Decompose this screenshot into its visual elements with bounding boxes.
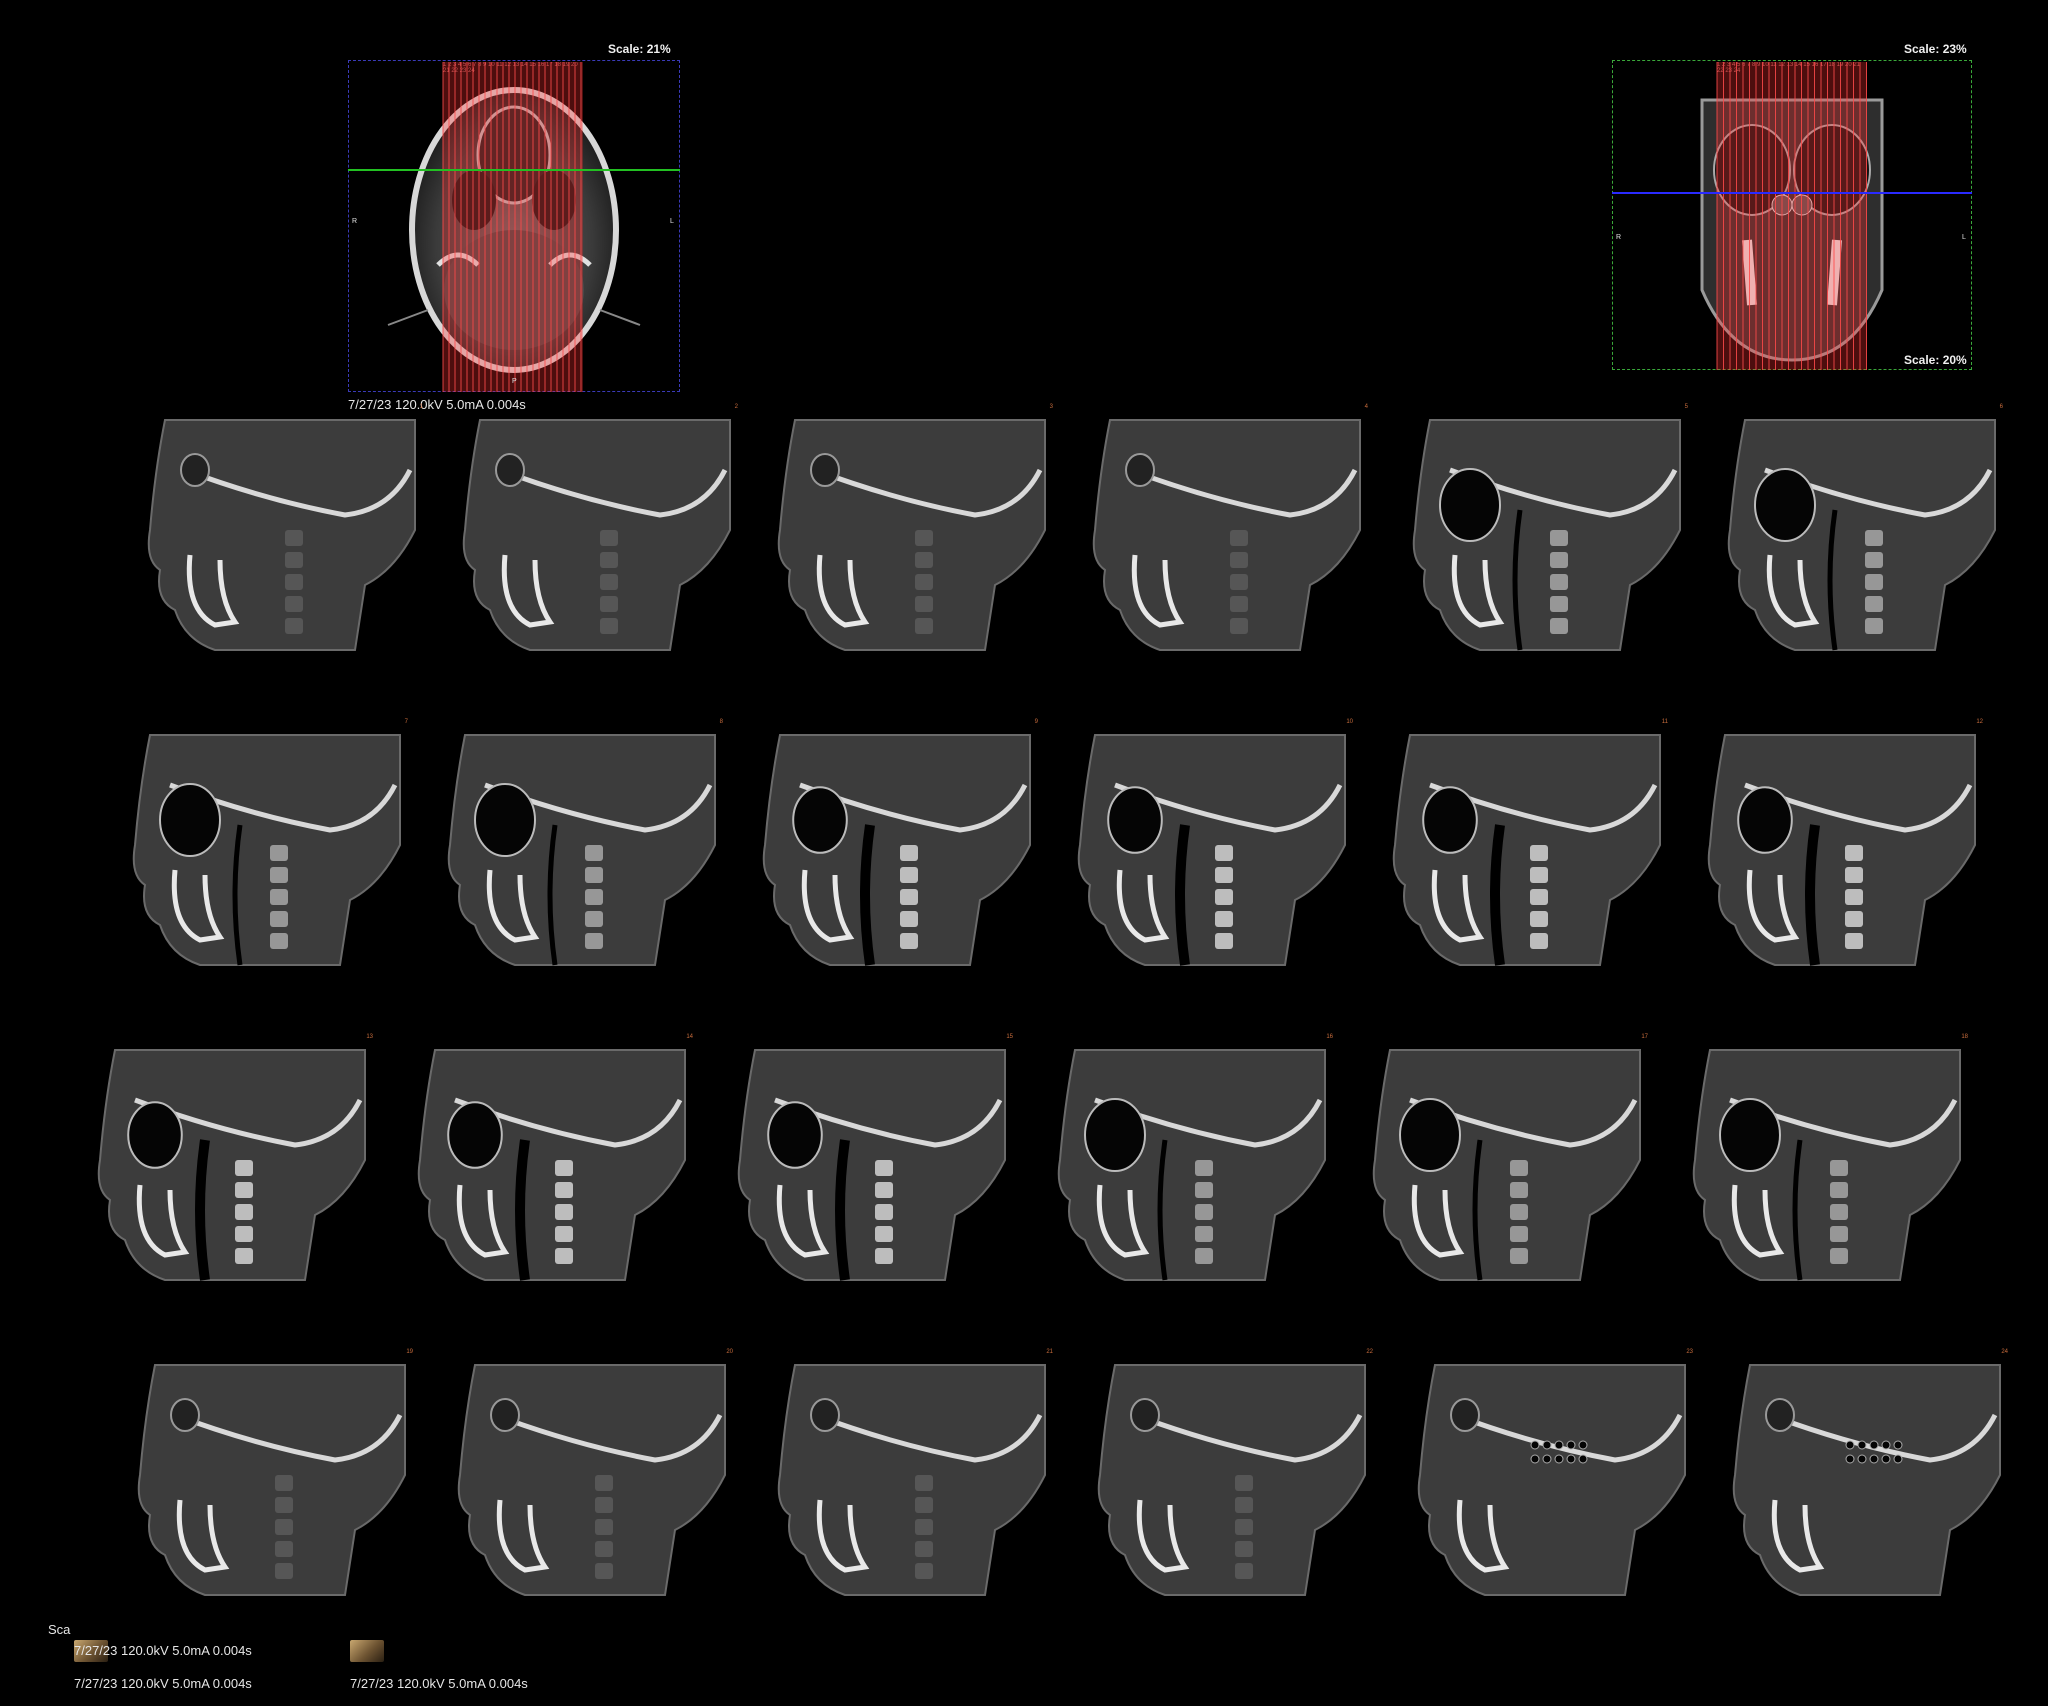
sagittal-slice-image (132, 734, 401, 966)
sagittal-slice-image (1692, 1049, 1961, 1281)
sagittal-slice-image (1707, 734, 1976, 966)
coronal-scale-bottom-label: Scale: 20% (1904, 353, 1967, 367)
orientation-posterior-label: P (512, 378, 517, 385)
slice-number-label: 6 (1999, 404, 2003, 410)
slice-tile-3[interactable]: 3 (755, 404, 1055, 660)
slice-number-label: 20 (726, 1349, 733, 1355)
sagittal-slice-image (137, 1364, 406, 1596)
slice-tile-18[interactable]: 18 (1670, 1034, 1970, 1290)
coronal-scout-panel[interactable]: 1 2 3 4 5 6 7 8 9 10 11 12 13 14 15 16 1… (1612, 60, 1972, 370)
slice-tile-1[interactable]: 1 (125, 404, 425, 660)
slice-tile-22[interactable]: 22 (1075, 1349, 1375, 1605)
footer-item-label[interactable]: 7/27/23 120.0kV 5.0mA 0.004s (350, 1676, 528, 1691)
slice-tile-15[interactable]: 15 (715, 1034, 1015, 1290)
sagittal-slice-image (1097, 1364, 1366, 1596)
scan-thumbnail-icon[interactable] (350, 1640, 384, 1662)
slice-tile-10[interactable]: 10 (1055, 719, 1355, 975)
sagittal-slice-image (457, 1364, 726, 1596)
slice-tile-13[interactable]: 13 (75, 1034, 375, 1290)
footer-item-label[interactable]: 7/27/23 120.0kV 5.0mA 0.004s (74, 1643, 252, 1658)
coronal-orientation-right-label: R (1616, 234, 1622, 241)
footer-partial-label: Sca (48, 1622, 71, 1637)
slice-number-label: 1 (419, 404, 423, 410)
slice-number-label: 5 (1684, 404, 1688, 410)
sagittal-slice-image (777, 1364, 1046, 1596)
slice-number-label: 16 (1326, 1034, 1333, 1040)
coronal-orientation-left-label: L (1962, 234, 1966, 241)
sagittal-slice-image (97, 1049, 366, 1281)
footer-item-label[interactable]: 7/27/23 120.0kV 5.0mA 0.004s (74, 1676, 252, 1691)
sagittal-slice-image (447, 734, 716, 966)
slice-tile-7[interactable]: 7 (110, 719, 410, 975)
slice-number-label: 21 (1046, 1349, 1053, 1355)
orientation-right-label: R (352, 218, 358, 225)
sagittal-slice-image (1732, 1364, 2001, 1596)
slice-tile-6[interactable]: 6 (1705, 404, 2005, 660)
slice-tile-16[interactable]: 16 (1035, 1034, 1335, 1290)
axial-skull-image (348, 62, 680, 392)
slice-tile-8[interactable]: 8 (425, 719, 725, 975)
sagittal-slice-image (1092, 419, 1361, 651)
coronal-scale-top-label: Scale: 23% (1904, 42, 1967, 56)
sagittal-slice-image (1412, 419, 1681, 651)
slice-tile-12[interactable]: 12 (1685, 719, 1985, 975)
slice-tile-2[interactable]: 2 (440, 404, 740, 660)
sagittal-slice-image (1417, 1364, 1686, 1596)
slice-tile-9[interactable]: 9 (740, 719, 1040, 975)
slice-number-label: 9 (1034, 719, 1038, 725)
axial-scout-panel[interactable]: 1 2 3 4 5 6 7 8 9 10 11 12 13 14 15 16 1… (348, 60, 680, 392)
slice-number-label: 4 (1364, 404, 1368, 410)
sagittal-slice-image (737, 1049, 1006, 1281)
sagittal-slice-image (762, 734, 1031, 966)
sagittal-slice-image (462, 419, 731, 651)
sagittal-slice-image (1077, 734, 1346, 966)
slice-number-label: 22 (1366, 1349, 1373, 1355)
slice-number-label: 14 (686, 1034, 693, 1040)
slice-tile-24[interactable]: 24 (1710, 1349, 2010, 1605)
sagittal-slice-image (1727, 419, 1996, 651)
sagittal-slice-image (777, 419, 1046, 651)
slice-tile-21[interactable]: 21 (755, 1349, 1055, 1605)
slice-tile-4[interactable]: 4 (1070, 404, 1370, 660)
sagittal-slice-image (1057, 1049, 1326, 1281)
coronal-skull-image (1612, 62, 1972, 370)
slice-tile-14[interactable]: 14 (395, 1034, 695, 1290)
slice-number-label: 3 (1049, 404, 1053, 410)
slice-number-label: 17 (1641, 1034, 1648, 1040)
slice-tile-5[interactable]: 5 (1390, 404, 1690, 660)
slice-number-label: 24 (2001, 1349, 2008, 1355)
slice-number-label: 2 (734, 404, 738, 410)
slice-number-label: 18 (1961, 1034, 1968, 1040)
sagittal-slice-image (147, 419, 416, 651)
slice-number-label: 19 (406, 1349, 413, 1355)
sagittal-slice-image (1392, 734, 1661, 966)
slice-number-label: 15 (1006, 1034, 1013, 1040)
axial-slice-numbers: 1 2 3 4 5 6 7 8 9 10 11 12 13 14 15 16 1… (443, 62, 578, 74)
slice-tile-19[interactable]: 19 (115, 1349, 415, 1605)
slice-number-label: 23 (1686, 1349, 1693, 1355)
slice-number-label: 10 (1346, 719, 1353, 725)
slice-tile-11[interactable]: 11 (1370, 719, 1670, 975)
slice-tile-20[interactable]: 20 (435, 1349, 735, 1605)
coronal-slice-numbers: 1 2 3 4 5 6 7 8 9 10 11 12 13 14 15 16 1… (1717, 62, 1861, 74)
slice-number-label: 8 (719, 719, 723, 725)
slice-number-label: 7 (404, 719, 408, 725)
slice-number-label: 12 (1976, 719, 1983, 725)
slice-number-label: 13 (366, 1034, 373, 1040)
orientation-left-label: L (670, 218, 674, 225)
slice-tile-23[interactable]: 23 (1395, 1349, 1695, 1605)
slice-tile-17[interactable]: 17 (1350, 1034, 1650, 1290)
sagittal-slice-image (417, 1049, 686, 1281)
sagittal-slice-image (1372, 1049, 1641, 1281)
slice-number-label: 11 (1661, 719, 1668, 725)
axial-scale-label: Scale: 21% (608, 42, 671, 56)
